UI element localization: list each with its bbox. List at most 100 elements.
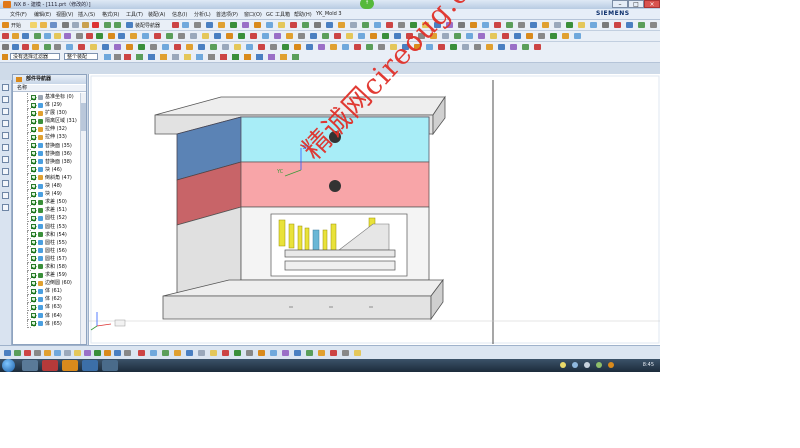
- undo-icon[interactable]: [104, 22, 111, 28]
- reuse-library-tab-icon[interactable]: [2, 120, 9, 127]
- save-icon[interactable]: [50, 22, 57, 28]
- ruled-icon[interactable]: [286, 33, 293, 39]
- visibility-checkbox[interactable]: [31, 232, 36, 238]
- menu-file[interactable]: 文件(F): [10, 11, 27, 18]
- sew-icon[interactable]: [482, 22, 489, 28]
- wave-icon[interactable]: [526, 33, 533, 39]
- thread-icon[interactable]: [130, 33, 137, 39]
- sketch-project-icon[interactable]: [162, 44, 169, 50]
- project-icon[interactable]: [178, 33, 185, 39]
- chamfer-curve-icon[interactable]: [270, 44, 277, 50]
- sketch-fillet-icon[interactable]: [78, 44, 85, 50]
- helix-icon[interactable]: [198, 44, 205, 50]
- pull-face-icon[interactable]: [566, 22, 573, 28]
- snap-icon[interactable]: [172, 22, 179, 28]
- offset-face-icon[interactable]: [542, 22, 549, 28]
- edit-object-display-icon[interactable]: [294, 350, 301, 356]
- menu-toggle-icon[interactable]: [2, 54, 8, 60]
- feature-tree-row[interactable]: 求和 (58): [13, 262, 86, 271]
- on-curve-icon[interactable]: [450, 44, 457, 50]
- sketch-circle-icon[interactable]: [22, 44, 29, 50]
- visibility-checkbox[interactable]: [31, 248, 36, 254]
- visibility-checkbox[interactable]: [31, 272, 36, 278]
- feature-icon[interactable]: [230, 22, 237, 28]
- visibility-checkbox[interactable]: [31, 288, 36, 294]
- hole-icon[interactable]: [290, 22, 297, 28]
- conic-icon[interactable]: [234, 44, 241, 50]
- offset-icon[interactable]: [374, 22, 381, 28]
- feature-tree-row[interactable]: 替换面 (38): [13, 157, 86, 166]
- menu-info[interactable]: 信息(I): [172, 11, 187, 18]
- arc-tool-icon[interactable]: [326, 22, 333, 28]
- menu-analysis[interactable]: 分析(L): [194, 11, 211, 18]
- feature-tree-row[interactable]: 基准坐标 (0): [13, 93, 86, 101]
- visibility-checkbox[interactable]: [31, 151, 36, 157]
- clip-section-icon[interactable]: [138, 350, 145, 356]
- intersection-snap-icon[interactable]: [256, 54, 263, 60]
- zoom-fit-icon[interactable]: [4, 350, 11, 356]
- feature-tree-row[interactable]: 拉伸 (33): [13, 133, 86, 142]
- smooth-icon[interactable]: [330, 44, 337, 50]
- fit-curve-icon[interactable]: [246, 44, 253, 50]
- visibility-checkbox[interactable]: [31, 207, 36, 213]
- menu-format[interactable]: 格式(R): [102, 11, 119, 18]
- x-form-icon[interactable]: [306, 44, 313, 50]
- face-blend-icon[interactable]: [118, 33, 125, 39]
- move-object-icon[interactable]: [370, 33, 377, 39]
- right-view-icon[interactable]: [198, 350, 205, 356]
- menu-edit[interactable]: 编辑(E): [34, 11, 51, 18]
- studio-icon[interactable]: [84, 350, 91, 356]
- control-point-icon[interactable]: [498, 44, 505, 50]
- feature-tree-row[interactable]: 圆柱 (56): [13, 246, 86, 255]
- snap-toggle-icon[interactable]: [196, 54, 203, 60]
- sketch-polygon-icon[interactable]: [44, 44, 51, 50]
- feature-tree-row[interactable]: 体 (63): [13, 303, 86, 312]
- open-file-icon[interactable]: [40, 22, 47, 28]
- minimize-button[interactable]: –: [612, 0, 628, 8]
- close-button[interactable]: ×: [644, 0, 660, 8]
- menu-assembly[interactable]: 装配(A): [148, 11, 165, 18]
- visibility-checkbox[interactable]: [31, 175, 36, 181]
- visibility-checkbox[interactable]: [31, 167, 36, 173]
- sphere-icon[interactable]: [64, 33, 71, 39]
- roles-tab-icon[interactable]: [2, 192, 9, 199]
- grid-icon[interactable]: [474, 44, 481, 50]
- drawing-icon[interactable]: [490, 33, 497, 39]
- cone-icon[interactable]: [54, 33, 61, 39]
- section-curve-icon[interactable]: [202, 33, 209, 39]
- subtract-icon[interactable]: [86, 33, 93, 39]
- visibility-checkbox[interactable]: [31, 264, 36, 270]
- visibility-checkbox[interactable]: [31, 94, 36, 100]
- intersect-curve-icon[interactable]: [190, 33, 197, 39]
- render-icon[interactable]: [242, 22, 249, 28]
- visibility-checkbox[interactable]: [31, 296, 36, 302]
- sketch-mirror-icon[interactable]: [138, 44, 145, 50]
- delete-face-icon[interactable]: [530, 22, 537, 28]
- trim-sheet-icon[interactable]: [322, 33, 329, 39]
- sketch-constraint-icon[interactable]: [114, 44, 121, 50]
- feature-tree-row[interactable]: 求差 (51): [13, 206, 86, 215]
- vertex-icon[interactable]: [534, 44, 541, 50]
- taskbar-nx-icon[interactable]: [62, 360, 78, 371]
- sketch-rect-icon[interactable]: [32, 44, 39, 50]
- studio-surface-icon[interactable]: [310, 33, 317, 39]
- wireframe-icon[interactable]: [64, 350, 71, 356]
- hd3d-tab-icon[interactable]: [2, 132, 9, 139]
- isometric-icon[interactable]: [162, 350, 169, 356]
- start-button[interactable]: 开始: [11, 22, 21, 29]
- face-rule-icon[interactable]: [136, 54, 143, 60]
- line-tool-icon[interactable]: [314, 22, 321, 28]
- system-scene-tab-icon[interactable]: [2, 204, 9, 211]
- show-hide-icon[interactable]: [124, 350, 131, 356]
- face-analysis-icon[interactable]: [94, 350, 101, 356]
- pan-icon[interactable]: [614, 22, 621, 28]
- midpoint-snap-icon[interactable]: [220, 54, 227, 60]
- datum-axis-icon[interactable]: [12, 33, 19, 39]
- emboss-icon[interactable]: [154, 33, 161, 39]
- sketch-spline-icon[interactable]: [54, 44, 61, 50]
- feature-tree-row[interactable]: 块 (48): [13, 182, 86, 191]
- left-view-icon[interactable]: [210, 350, 217, 356]
- layer-settings-icon[interactable]: [246, 350, 253, 356]
- visibility-checkbox[interactable]: [31, 183, 36, 189]
- navigator-scrollbar[interactable]: [80, 93, 86, 344]
